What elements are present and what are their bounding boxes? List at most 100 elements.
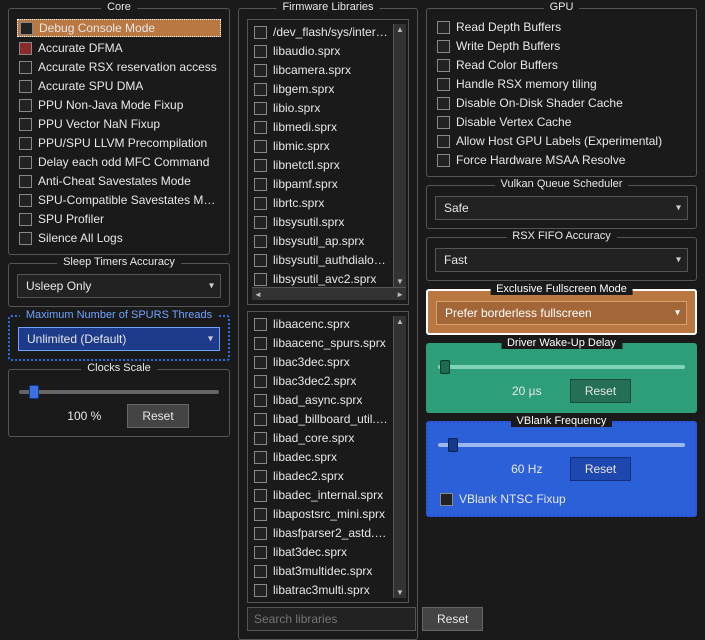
scroll-up-icon[interactable]: ▲ — [396, 316, 404, 327]
core-item[interactable]: SPU-Compatible Savestates Mode — [17, 192, 221, 208]
wake-legend: Driver Wake-Up Delay — [501, 337, 622, 349]
list-item[interactable]: Read Depth Buffers — [435, 19, 688, 35]
core-item[interactable]: Anti-Cheat Savestates Mode — [17, 173, 221, 189]
checkbox-icon — [254, 159, 267, 172]
wake-reset-button[interactable]: Reset — [570, 379, 631, 403]
checkbox-icon — [254, 508, 267, 521]
list-item[interactable]: Write Depth Buffers — [435, 38, 688, 54]
list-item[interactable]: libgem.sprx — [252, 81, 393, 97]
list-item[interactable]: Disable Vertex Cache — [435, 114, 688, 130]
firmware-bottom-listbox: libaacenc.sprx libaacenc_spurs.sprx libac3… — [247, 311, 409, 603]
slider-thumb[interactable] — [448, 438, 458, 452]
slider-thumb[interactable] — [29, 385, 39, 399]
checkbox-icon — [19, 42, 32, 55]
checkbox-icon — [19, 80, 32, 93]
vblank-value: 60 Hz — [492, 462, 562, 476]
vkqueue-combo[interactable]: Safe — [435, 196, 688, 220]
vscrollbar[interactable]: ▲ ▼ — [393, 316, 406, 598]
clocks-reset-button[interactable]: Reset — [127, 404, 188, 428]
vscrollbar[interactable]: ▲ ▼ — [393, 24, 406, 287]
core-item[interactable]: Accurate DFMA — [17, 40, 221, 56]
core-item[interactable]: PPU Non-Java Mode Fixup — [17, 97, 221, 113]
rsxfifo-legend: RSX FIFO Accuracy — [506, 230, 616, 242]
scroll-down-icon[interactable]: ▼ — [396, 276, 404, 287]
list-item[interactable]: libsysutil_ap.sprx — [252, 233, 393, 249]
firmware-group: Firmware Libraries /dev_flash/sys/intern… — [238, 8, 418, 640]
list-item[interactable]: librtc.sprx — [252, 195, 393, 211]
list-item[interactable]: libadec.sprx — [252, 449, 393, 465]
core-item[interactable]: Accurate RSX reservation access — [17, 59, 221, 75]
core-item[interactable]: Accurate SPU DMA — [17, 78, 221, 94]
checkbox-icon — [254, 102, 267, 115]
list-item[interactable]: libcamera.sprx — [252, 62, 393, 78]
list-item[interactable]: libac3dec2.sprx — [252, 373, 393, 389]
checkbox-icon — [254, 216, 267, 229]
exfs-group: Exclusive Fullscreen Mode Prefer borderl… — [426, 289, 697, 335]
firmware-search-input[interactable] — [247, 607, 416, 631]
core-item[interactable]: Debug Console Mode — [17, 19, 221, 37]
list-item[interactable]: /dev_flash/sys/internal/libfs.sprx — [252, 24, 393, 40]
checkbox-icon — [19, 99, 32, 112]
list-item[interactable]: libaacenc_spurs.sprx — [252, 335, 393, 351]
clocks-value: 100 % — [49, 409, 119, 423]
vblank-ntsc-checkbox[interactable]: VBlank NTSC Fixup — [438, 491, 685, 507]
checkbox-icon — [254, 584, 267, 597]
checkbox-icon — [254, 432, 267, 445]
list-item[interactable]: libaacenc.sprx — [252, 316, 393, 332]
scroll-up-icon[interactable]: ▲ — [396, 24, 404, 35]
vblank-reset-button[interactable]: Reset — [570, 457, 631, 481]
list-item[interactable]: libpamf.sprx — [252, 176, 393, 192]
list-item[interactable]: libsysutil_avc2.sprx — [252, 271, 393, 287]
list-item[interactable]: libad_billboard_util.sprx — [252, 411, 393, 427]
list-item[interactable]: libatrac3multi.sprx — [252, 582, 393, 598]
checkbox-icon — [254, 235, 267, 248]
checkbox-icon — [254, 470, 267, 483]
list-item[interactable]: libadec2.sprx — [252, 468, 393, 484]
clocks-slider[interactable] — [19, 390, 219, 394]
list-item[interactable]: Allow Host GPU Labels (Experimental) — [435, 133, 688, 149]
sleep-combo[interactable]: Usleep Only — [17, 274, 221, 298]
scroll-left-icon[interactable]: ◄ — [254, 290, 262, 299]
list-item[interactable]: libasfparser2_astd.sprx — [252, 525, 393, 541]
vblank-slider[interactable] — [438, 443, 685, 447]
slider-thumb[interactable] — [440, 360, 450, 374]
firmware-reset-button[interactable]: Reset — [422, 607, 483, 631]
list-item[interactable]: libnetctl.sprx — [252, 157, 393, 173]
checkbox-icon — [254, 356, 267, 369]
core-list: Debug Console Mode Accurate DFMA Accurat… — [17, 19, 221, 246]
core-item[interactable]: Silence All Logs — [17, 230, 221, 246]
list-item[interactable]: Handle RSX memory tiling — [435, 76, 688, 92]
list-item[interactable]: libat3multidec.sprx — [252, 563, 393, 579]
list-item[interactable]: libad_async.sprx — [252, 392, 393, 408]
list-item[interactable]: Disable On-Disk Shader Cache — [435, 95, 688, 111]
exfs-combo[interactable]: Prefer borderless fullscreen — [436, 301, 687, 325]
list-item[interactable]: libmic.sprx — [252, 138, 393, 154]
list-item[interactable]: libsysutil_authdialog.sprx — [252, 252, 393, 268]
list-item[interactable]: libaudio.sprx — [252, 43, 393, 59]
checkbox-icon — [254, 140, 267, 153]
core-item[interactable]: PPU Vector NaN Fixup — [17, 116, 221, 132]
list-item[interactable]: libsysutil.sprx — [252, 214, 393, 230]
list-item[interactable]: Force Hardware MSAA Resolve — [435, 152, 688, 168]
list-item[interactable]: libapostsrc_mini.sprx — [252, 506, 393, 522]
list-item[interactable]: libio.sprx — [252, 100, 393, 116]
list-item[interactable]: libac3dec.sprx — [252, 354, 393, 370]
wake-slider[interactable] — [438, 365, 685, 369]
rsxfifo-group: RSX FIFO Accuracy Fast — [426, 237, 697, 281]
checkbox-icon — [254, 64, 267, 77]
list-item[interactable]: libad_core.sprx — [252, 430, 393, 446]
list-item[interactable]: libat3dec.sprx — [252, 544, 393, 560]
core-item[interactable]: PPU/SPU LLVM Precompilation — [17, 135, 221, 151]
core-item[interactable]: Delay each odd MFC Command — [17, 154, 221, 170]
checkbox-icon — [19, 61, 32, 74]
list-item[interactable]: libmedi.sprx — [252, 119, 393, 135]
checkbox-icon — [437, 40, 450, 53]
list-item[interactable]: libadec_internal.sprx — [252, 487, 393, 503]
core-item[interactable]: SPU Profiler — [17, 211, 221, 227]
spurs-combo[interactable]: Unlimited (Default) — [18, 327, 220, 351]
scroll-down-icon[interactable]: ▼ — [396, 587, 404, 598]
list-item[interactable]: Read Color Buffers — [435, 57, 688, 73]
scroll-right-icon[interactable]: ► — [396, 290, 404, 299]
rsxfifo-combo[interactable]: Fast — [435, 248, 688, 272]
hscrollbar[interactable]: ◄ ► — [252, 287, 406, 300]
